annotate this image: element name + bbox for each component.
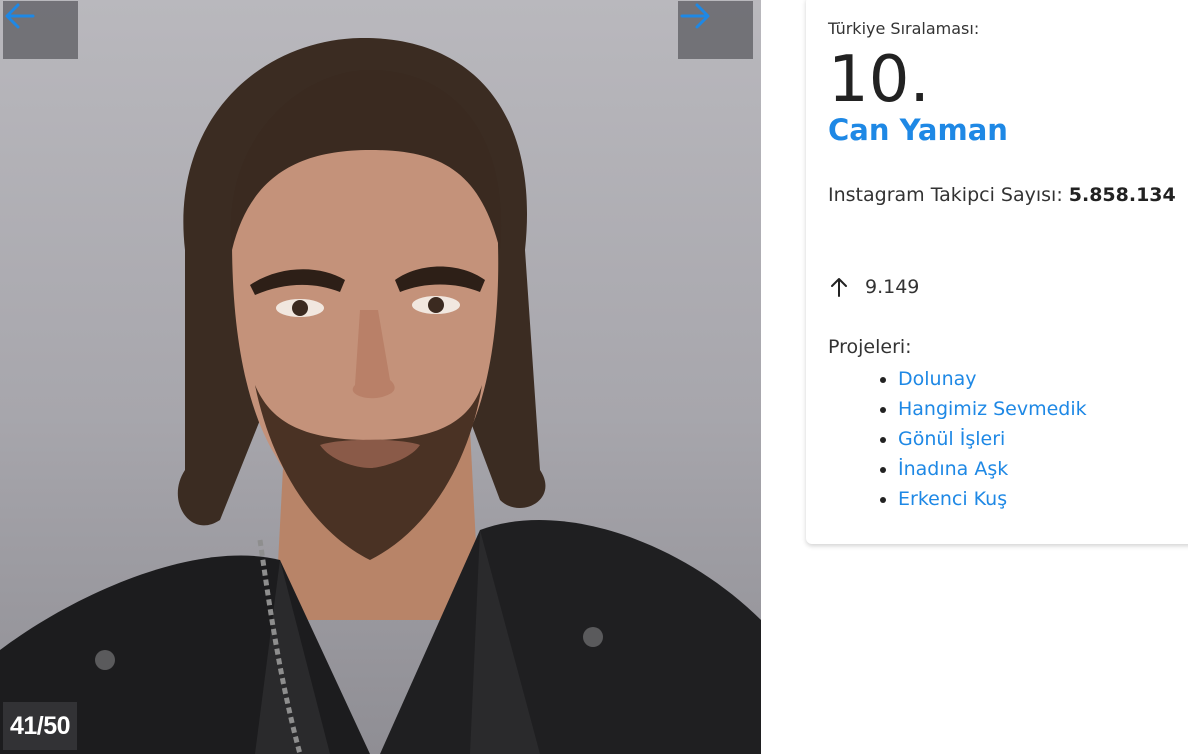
list-item: Hangimiz Sevmedik <box>898 394 1087 424</box>
project-link[interactable]: Hangimiz Sevmedik <box>898 398 1087 420</box>
change-value: 9.149 <box>865 276 920 298</box>
arrow-right-icon <box>680 3 710 29</box>
project-link[interactable]: Erkenci Kuş <box>898 488 1007 510</box>
profile-photo: 41/50 <box>0 0 761 754</box>
followers-label: Instagram Takipci Sayısı: <box>828 184 1063 206</box>
project-link[interactable]: İnadına Aşk <box>898 458 1008 480</box>
projects-label: Projeleri: <box>828 336 912 358</box>
instagram-followers: Instagram Takipci Sayısı: 5.858.134 <box>828 184 1176 206</box>
portrait-image <box>0 37 761 754</box>
arrow-left-icon <box>5 3 35 29</box>
follower-change: 9.149 <box>828 276 919 298</box>
project-link[interactable]: Dolunay <box>898 368 977 390</box>
rank-number: 10. <box>828 43 930 117</box>
list-item: Erkenci Kuş <box>898 484 1087 514</box>
arrow-up-icon <box>831 278 847 297</box>
photo-counter: 41/50 <box>3 702 78 750</box>
followers-value: 5.858.134 <box>1068 184 1176 206</box>
list-item: Dolunay <box>898 364 1087 394</box>
rank-label: Türkiye Sıralaması: <box>828 19 980 38</box>
next-photo-button[interactable] <box>678 1 753 59</box>
projects-list: Dolunay Hangimiz Sevmedik Gönül İşleri İ… <box>828 364 1087 514</box>
list-item: Gönül İşleri <box>898 424 1087 454</box>
previous-photo-button[interactable] <box>3 1 78 59</box>
page: 41/50 Türkiye Sıralaması: 10. Can Yaman … <box>0 0 1188 754</box>
project-link[interactable]: Gönül İşleri <box>898 428 1005 450</box>
list-item: İnadına Aşk <box>898 454 1087 484</box>
celebrity-name-link[interactable]: Can Yaman <box>828 113 1008 147</box>
